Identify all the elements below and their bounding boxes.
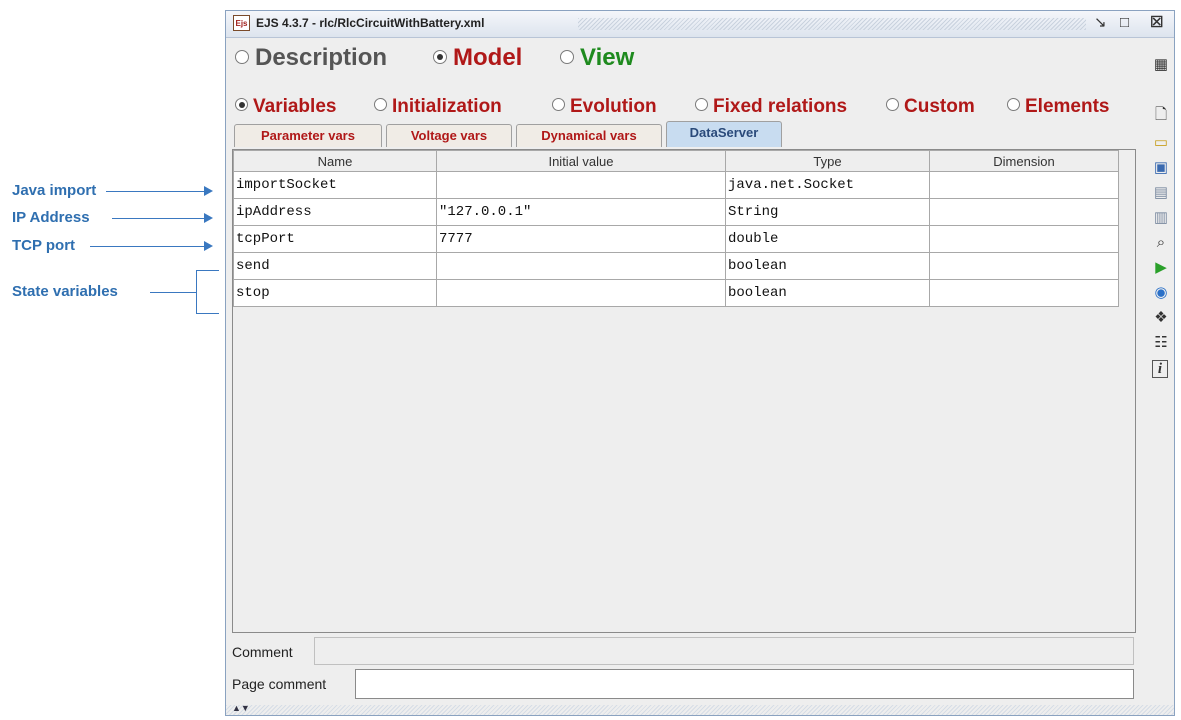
tab-parameter-vars[interactable]: Parameter vars [234, 124, 382, 147]
cell-dimension[interactable] [929, 198, 1119, 226]
arrow-ip-address [112, 218, 206, 219]
save-as-icon[interactable]: ▥ [1152, 209, 1170, 227]
radio-view[interactable] [560, 49, 574, 64]
subtab-initialization[interactable]: Initialization [374, 96, 502, 118]
column-header-type[interactable]: Type [725, 150, 930, 172]
ejs-app-icon: Ejs [233, 15, 250, 31]
window-title: EJS 4.3.7 - rlc/RlcCircuitWithBattery.xm… [256, 16, 485, 30]
subtab-fixed-relations[interactable]: Fixed relations [695, 96, 847, 118]
annotation-tcp-port: TCP port [12, 237, 76, 254]
bottom-split-bar[interactable] [226, 705, 1174, 715]
comment-label: Comment [232, 644, 293, 660]
cell-name[interactable]: ipAddress [233, 198, 437, 226]
search-icon[interactable]: ⌕ [1152, 234, 1170, 252]
table-row[interactable]: tcpPort 7777 double [233, 225, 1119, 253]
title-bar[interactable]: Ejs EJS 4.3.7 - rlc/RlcCircuitWithBatter… [226, 11, 1174, 38]
save-icon[interactable]: ▤ [1152, 184, 1170, 202]
cell-name[interactable]: importSocket [233, 171, 437, 199]
line-state-variables [150, 292, 196, 293]
column-header-name[interactable]: Name [233, 150, 437, 172]
cell-name[interactable]: send [233, 252, 437, 280]
cell-type[interactable]: boolean [725, 279, 930, 307]
annotation-ip-address: IP Address [12, 209, 90, 226]
page-comment-field[interactable] [355, 669, 1134, 699]
run-icon[interactable]: ▶ [1152, 259, 1170, 277]
subtab-elements[interactable]: Elements [1007, 96, 1109, 118]
cell-name[interactable]: stop [233, 279, 437, 307]
cell-initial-value[interactable]: 7777 [436, 225, 726, 253]
annotation-state-variables: State variables [12, 283, 118, 300]
arrowhead-ip-address [204, 213, 213, 223]
column-header-initial-value[interactable]: Initial value [436, 150, 726, 172]
annotation-java-import: Java import [12, 182, 97, 199]
cell-initial-value[interactable] [436, 279, 726, 307]
cell-dimension[interactable] [929, 279, 1119, 307]
close-icon[interactable]: ☒ [1150, 14, 1163, 32]
mode-description[interactable]: Description [235, 44, 387, 72]
open-folder-icon[interactable]: ▭ [1152, 134, 1170, 152]
info-icon[interactable]: i [1152, 360, 1168, 378]
variables-table: Name Initial value Type Dimension import… [233, 150, 1119, 307]
radio-model[interactable] [433, 49, 447, 64]
bracket-state-variables [196, 270, 219, 314]
table-row[interactable]: send boolean [233, 252, 1119, 280]
page-comment-label: Page comment [232, 676, 327, 692]
mode-view[interactable]: View [560, 44, 634, 72]
radio-description[interactable] [235, 49, 249, 64]
mode-selector: Description Model View [226, 38, 1174, 76]
cell-initial-value[interactable] [436, 252, 726, 280]
split-arrows-icon[interactable]: ▲▼ [232, 703, 250, 713]
table-row[interactable]: importSocket java.net.Socket [233, 171, 1119, 199]
title-bar-texture [578, 18, 1086, 30]
mode-model[interactable]: Model [433, 44, 522, 72]
library-icon[interactable]: ❖ [1152, 309, 1170, 327]
variables-table-area[interactable]: Name Initial value Type Dimension import… [232, 149, 1136, 633]
cell-dimension[interactable] [929, 225, 1119, 253]
arrowhead-tcp-port [204, 241, 213, 251]
subtab-variables[interactable]: Variables [235, 96, 336, 118]
cell-type[interactable]: String [725, 198, 930, 226]
cell-initial-value[interactable] [436, 171, 726, 199]
tab-dynamical-vars[interactable]: Dynamical vars [516, 124, 662, 147]
arrowhead-java-import [204, 186, 213, 196]
column-header-dimension[interactable]: Dimension [929, 150, 1119, 172]
tab-dataserver[interactable]: DataServer [666, 121, 782, 147]
cell-type[interactable]: double [725, 225, 930, 253]
subtab-custom[interactable]: Custom [886, 96, 975, 118]
cell-name[interactable]: tcpPort [233, 225, 437, 253]
cell-type[interactable]: java.net.Socket [725, 171, 930, 199]
arrow-java-import [106, 191, 206, 192]
open-remote-icon[interactable]: ▣ [1152, 159, 1170, 177]
arrow-tcp-port [90, 246, 206, 247]
grid-icon[interactable]: ▦ [1152, 56, 1170, 74]
cell-type[interactable]: boolean [725, 252, 930, 280]
restore-icon[interactable]: ↘ [1094, 14, 1107, 32]
cell-initial-value[interactable]: "127.0.0.1" [436, 198, 726, 226]
table-row[interactable]: stop boolean [233, 279, 1119, 307]
subtab-evolution[interactable]: Evolution [552, 96, 657, 118]
cell-dimension[interactable] [929, 252, 1119, 280]
maximize-icon[interactable]: □ [1120, 14, 1129, 32]
tab-voltage-vars[interactable]: Voltage vars [386, 124, 512, 147]
model-subtabs: Variables Initialization Evolution Fixed… [226, 96, 1174, 124]
cell-dimension[interactable] [929, 171, 1119, 199]
comment-field[interactable] [314, 637, 1134, 665]
table-row[interactable]: ipAddress "127.0.0.1" String [233, 198, 1119, 226]
ejs-window: Ejs EJS 4.3.7 - rlc/RlcCircuitWithBatter… [225, 10, 1175, 716]
new-file-icon[interactable]: 🗋 [1152, 106, 1170, 124]
options-icon[interactable]: ☷ [1152, 334, 1170, 352]
web-icon[interactable]: ◉ [1152, 284, 1170, 302]
